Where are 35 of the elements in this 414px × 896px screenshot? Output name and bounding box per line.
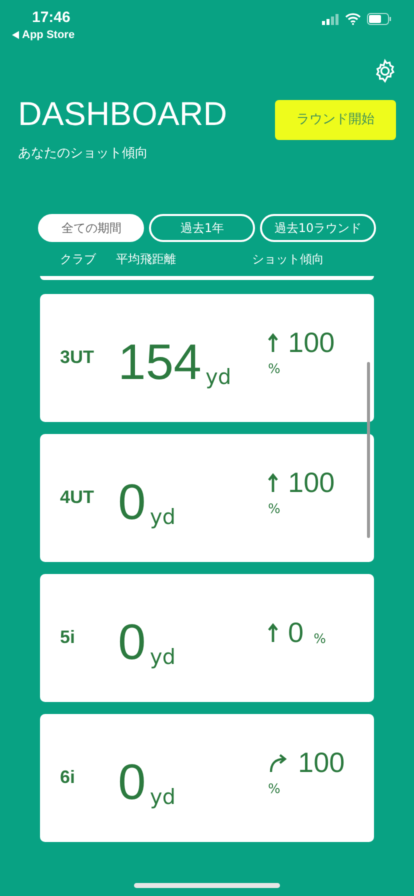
- dashboard-subtitle: あなたのショット傾向: [18, 145, 149, 163]
- wifi-icon: [345, 13, 361, 25]
- period-tab[interactable]: 全ての期間: [38, 214, 144, 242]
- distance-unit: yd: [205, 364, 232, 388]
- signal-icon: [322, 14, 339, 24]
- distance-unit: yd: [150, 784, 176, 808]
- percent-sign: %: [314, 631, 326, 649]
- trend-value: 0: [288, 616, 304, 650]
- percent-sign: %: [268, 500, 280, 519]
- column-header: 平均飛距離: [116, 250, 177, 268]
- club-label: 5i: [60, 626, 76, 649]
- battery-icon: [367, 13, 392, 25]
- back-to-app-link[interactable]: App Store: [12, 28, 75, 42]
- trend-value: 100: [298, 746, 345, 780]
- start-round-button[interactable]: ラウンド開始: [275, 100, 396, 140]
- trend-value: 100: [288, 466, 335, 500]
- column-header: ショット傾向: [252, 250, 324, 268]
- trend-value: 100: [288, 326, 335, 360]
- percent-sign: %: [268, 360, 280, 379]
- club-label: 3UT: [60, 346, 96, 369]
- distance-value: 154: [118, 334, 202, 388]
- column-header: クラブ: [60, 250, 97, 268]
- percent-sign: %: [268, 780, 280, 799]
- back-triangle-icon: [12, 31, 19, 39]
- distance-value: 0: [118, 754, 146, 808]
- period-tab[interactable]: 過去1年: [149, 214, 256, 242]
- distance-value: 0: [118, 474, 146, 528]
- distance-unit: yd: [150, 644, 176, 668]
- dashboard-title: DASHBOARD: [18, 94, 228, 134]
- distance-unit: yd: [150, 504, 176, 528]
- distance-value: 0: [118, 614, 146, 668]
- status-time: 17:46: [32, 8, 72, 28]
- period-tab[interactable]: 過去10ラウンド: [260, 214, 376, 242]
- club-label: 6i: [60, 766, 76, 789]
- club-label: 4UT: [60, 486, 96, 509]
